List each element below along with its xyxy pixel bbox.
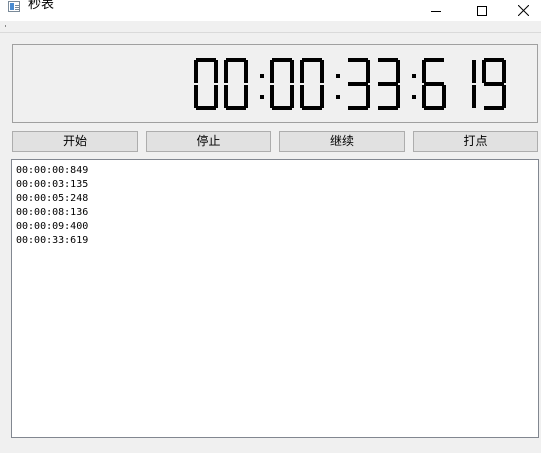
lcd-segment xyxy=(348,58,368,62)
lcd-segment xyxy=(320,85,324,108)
lcd-segment xyxy=(194,85,198,108)
lcd-segment xyxy=(366,60,370,83)
minimize-icon xyxy=(431,10,441,12)
lcd-segment xyxy=(300,60,304,83)
lcd-segment xyxy=(302,106,322,110)
lap-entry: 00:00:05:248 xyxy=(16,193,89,204)
lcd-segment xyxy=(482,60,486,83)
lap-list[interactable]: 00:00:00:849 00:00:03:135 00:00:05:248 0… xyxy=(11,159,539,438)
title-bar[interactable]: 秒表 xyxy=(0,0,541,21)
lcd-segment xyxy=(348,106,368,110)
lcd-segment xyxy=(226,58,246,62)
lcd-digit xyxy=(482,58,506,110)
lcd-segment xyxy=(422,85,426,108)
lcd-colon xyxy=(412,74,416,99)
lcd-segment xyxy=(502,85,506,108)
lcd-digit xyxy=(378,58,400,110)
lcd-segment xyxy=(272,58,292,62)
app-icon xyxy=(8,1,20,12)
lcd-segment xyxy=(366,85,370,108)
time-display xyxy=(12,44,538,123)
lap-entry: 00:00:08:136 xyxy=(16,207,89,218)
lcd-colon xyxy=(336,74,340,99)
lcd-segment xyxy=(300,85,304,108)
resume-button[interactable]: 继续 xyxy=(279,131,405,152)
lap-entry: 00:00:33:619 xyxy=(16,235,89,246)
menu-bar xyxy=(0,21,541,33)
lcd-segment xyxy=(378,106,398,110)
lcd-segment xyxy=(396,60,400,83)
lcd-segment xyxy=(424,82,444,86)
start-button[interactable]: 开始 xyxy=(12,131,138,152)
lcd-segment xyxy=(378,58,398,62)
lcd-segment xyxy=(290,60,294,83)
lap-entry: 00:00:03:135 xyxy=(16,179,89,190)
minimize-button[interactable] xyxy=(413,0,459,21)
lcd-segment xyxy=(270,85,274,108)
lcd-segment xyxy=(214,60,218,83)
lcd-segment xyxy=(270,60,274,83)
lcd-segment xyxy=(484,82,504,86)
lcd-segment xyxy=(226,106,246,110)
lcd-digit xyxy=(300,58,324,110)
lap-entry: 00:00:00:849 xyxy=(16,165,89,176)
lcd-segment xyxy=(424,58,444,62)
lcd-digit xyxy=(472,60,476,108)
lcd-segment xyxy=(378,82,398,86)
lcd-segment xyxy=(320,60,324,83)
lcd-segment xyxy=(272,106,292,110)
lcd-segment xyxy=(244,85,248,108)
maximize-button[interactable] xyxy=(459,0,505,21)
lcd-segment xyxy=(422,60,426,83)
lcd-segment xyxy=(424,106,444,110)
lcd-digit xyxy=(422,58,446,110)
lcd-digit xyxy=(224,58,248,110)
lcd-segment xyxy=(224,85,228,108)
lcd-digit xyxy=(194,58,218,110)
lcd-segment xyxy=(348,82,368,86)
lcd-segment xyxy=(196,58,216,62)
lcd-segment xyxy=(472,60,476,83)
close-icon xyxy=(517,5,529,16)
lcd-segment xyxy=(302,58,322,62)
lcd-segment xyxy=(224,60,228,83)
lcd-segment xyxy=(396,85,400,108)
lap-entry: 00:00:09:400 xyxy=(16,221,89,232)
stop-button[interactable]: 停止 xyxy=(146,131,271,152)
lcd-segment xyxy=(244,60,248,83)
lcd-segment xyxy=(484,106,504,110)
lcd-segment xyxy=(196,106,216,110)
lcd-segment xyxy=(484,58,504,62)
close-button[interactable] xyxy=(505,0,541,21)
maximize-icon xyxy=(477,5,487,16)
lcd-colon xyxy=(260,74,264,99)
lcd-digits xyxy=(194,58,506,110)
lcd-segment xyxy=(290,85,294,108)
window-title: 秒表 xyxy=(28,0,55,12)
lcd-segment xyxy=(214,85,218,108)
toolbar-grip xyxy=(5,25,6,27)
lap-button[interactable]: 打点 xyxy=(413,131,538,152)
lcd-segment xyxy=(472,85,476,108)
lcd-segment xyxy=(502,60,506,83)
lcd-segment xyxy=(194,60,198,83)
lcd-digit xyxy=(270,58,294,110)
lcd-segment xyxy=(442,85,446,108)
lcd-digit xyxy=(348,58,370,110)
